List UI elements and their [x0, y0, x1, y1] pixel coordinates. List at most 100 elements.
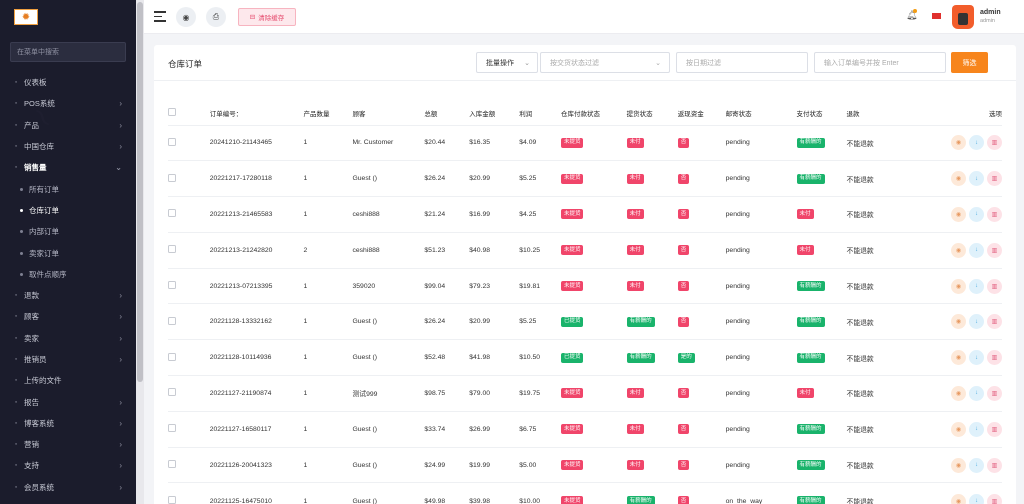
eye-icon[interactable]: ◉	[951, 171, 966, 187]
trash-icon[interactable]: ▥	[987, 314, 1002, 330]
bullet-icon	[20, 208, 23, 212]
row-checkbox[interactable]	[168, 496, 176, 504]
row-checkbox[interactable]	[168, 460, 176, 469]
row-checkbox[interactable]	[168, 424, 176, 433]
table-cell: $33.74	[424, 410, 470, 448]
eye-icon[interactable]: ◉	[951, 314, 966, 330]
user-name[interactable]: admin	[980, 9, 1001, 16]
table-cell: 1	[303, 196, 353, 233]
trash-icon[interactable]: ▥	[987, 350, 1002, 366]
table-row: 20221213-21242820 2 ceshi888 $51.23 $40.98 $1…	[168, 231, 1002, 269]
cashback-status-badge: 否	[677, 209, 690, 220]
sidebar-item[interactable]: ◦ 会员系统 ›	[0, 477, 136, 498]
sidebar-subitem[interactable]: 取件点顺序	[0, 264, 136, 285]
row-checkbox[interactable]	[168, 352, 176, 361]
trash-icon[interactable]: ▥	[987, 493, 1002, 504]
sidebar-item[interactable]: ◦ 推销员 ›	[0, 349, 136, 370]
sidebar-subitem[interactable]: 所有订单	[0, 178, 136, 199]
avatar[interactable]	[952, 5, 974, 29]
sidebar-item[interactable]: ◦ 仪表板	[0, 72, 136, 93]
menu-toggle-icon[interactable]	[154, 11, 166, 25]
trash-icon[interactable]: ▥	[987, 457, 1002, 473]
download-icon[interactable]: ↓	[969, 171, 984, 187]
sidebar-search-input[interactable]: 在菜单中搜索	[10, 42, 126, 62]
download-icon[interactable]: ↓	[969, 242, 984, 258]
row-checkbox[interactable]	[168, 209, 176, 218]
select-all-checkbox[interactable]	[168, 107, 176, 116]
sidebar-item[interactable]: ◦ 上传的文件	[0, 370, 136, 391]
sidebar-item[interactable]: ◦ 产品 ›	[0, 115, 136, 136]
sidebar-scrollbar[interactable]	[136, 0, 144, 504]
sidebar-item[interactable]: ◦ 博客系统 ›	[0, 413, 136, 434]
clear-cache-button[interactable]: ⊟ 清除缓存	[238, 8, 296, 26]
globe-icon[interactable]: ◉	[176, 7, 196, 27]
eye-icon[interactable]: ◉	[951, 421, 966, 437]
sidebar-item[interactable]: ◦ 顾客 ›	[0, 306, 136, 327]
trash-icon[interactable]: ▥	[987, 206, 1002, 222]
download-icon[interactable]: ↓	[969, 421, 984, 437]
sidebar-item[interactable]: ◦ 卖家 ›	[0, 328, 136, 349]
download-icon[interactable]: ↓	[969, 314, 984, 330]
trash-icon[interactable]: ▥	[987, 242, 1002, 258]
download-icon[interactable]: ↓	[969, 350, 984, 366]
trash-icon[interactable]: ▥	[987, 171, 1002, 187]
row-checkbox[interactable]	[168, 173, 176, 182]
sidebar-subitem[interactable]: 卖家订单	[0, 242, 136, 263]
sidebar-item[interactable]: ◦ 中国仓库 ›	[0, 136, 136, 157]
eye-icon[interactable]: ◉	[951, 385, 966, 401]
row-actions-cell: ◉ ↓ ▥	[948, 231, 1002, 269]
table-cell: Guest ()	[352, 482, 425, 504]
row-checkbox[interactable]	[168, 137, 176, 146]
eye-icon[interactable]: ◉	[951, 135, 966, 151]
row-checkbox[interactable]	[168, 281, 176, 290]
language-flag-icon[interactable]	[932, 13, 941, 19]
trash-icon[interactable]: ▥	[987, 278, 1002, 294]
batch-actions-dropdown[interactable]: 批量操作 ⌄	[476, 52, 538, 73]
sidebar-item[interactable]: ◦ 营销 ›	[0, 434, 136, 455]
table-cell: 未提货	[560, 196, 627, 233]
sidebar-subitem[interactable]: 仓库订单	[0, 200, 136, 221]
row-actions-cell: ◉ ↓ ▥	[948, 482, 1002, 504]
pickup-status-badge: 未提货	[560, 424, 584, 435]
scrollbar-thumb[interactable]	[137, 2, 143, 382]
eye-icon[interactable]: ◉	[951, 206, 966, 222]
row-checkbox[interactable]	[168, 316, 176, 325]
logo[interactable]: ✹	[0, 0, 136, 34]
delivery-status-badge: 未付	[626, 388, 644, 399]
sidebar-item[interactable]: ◦ 销售量 ⌄	[0, 157, 136, 178]
sidebar-subitem[interactable]: 内部订单	[0, 221, 136, 242]
sidebar-item[interactable]: ◦ 退款 ›	[0, 285, 136, 306]
trash-icon[interactable]: ▥	[987, 135, 1002, 151]
download-icon[interactable]: ↓	[969, 278, 984, 294]
sidebar-item-label: 销售量	[24, 163, 47, 173]
download-icon[interactable]: ↓	[969, 385, 984, 401]
eye-icon[interactable]: ◉	[951, 350, 966, 366]
trash-icon[interactable]: ▥	[987, 385, 1002, 401]
filter-button[interactable]: 筛选	[951, 52, 988, 73]
sidebar-item[interactable]: ◦ 报告 ›	[0, 391, 136, 412]
download-icon[interactable]: ↓	[969, 457, 984, 473]
sidebar-item[interactable]: ◦ 支持 ›	[0, 455, 136, 476]
date-filter-input[interactable]: 按日期过滤	[676, 52, 808, 73]
pos-icon[interactable]: ⎙	[206, 7, 226, 27]
trash-icon[interactable]: ▥	[987, 421, 1002, 437]
row-checkbox[interactable]	[168, 245, 176, 254]
eye-icon[interactable]: ◉	[951, 242, 966, 258]
download-icon[interactable]: ↓	[969, 493, 984, 504]
table-cell: 未提货	[560, 267, 627, 304]
row-checkbox[interactable]	[168, 388, 176, 397]
eye-icon[interactable]: ◉	[951, 493, 966, 504]
table-cell: 20221125-16475010	[209, 482, 304, 504]
eye-icon[interactable]: ◉	[951, 278, 966, 294]
order-search-input[interactable]: 输入订单编号并按 Enter	[814, 52, 946, 73]
sidebar-item[interactable]: ◦ POS系统 ›	[0, 93, 136, 114]
download-icon[interactable]: ↓	[969, 135, 984, 151]
table-cell: 20221213-21242820	[209, 231, 304, 269]
download-icon[interactable]: ↓	[969, 206, 984, 222]
eye-icon[interactable]: ◉	[951, 457, 966, 473]
pickup-status-badge: 未提货	[560, 245, 584, 256]
orders-card: 仓库订单 批量操作 ⌄ 按交货状态过滤 ⌄ 按日期过滤 输入订单编号并按 Ent…	[154, 45, 1016, 504]
delivery-status-select[interactable]: 按交货状态过滤 ⌄	[540, 52, 670, 73]
chevron-icon: ›	[119, 440, 122, 450]
table-cell: 有薪酬的	[626, 339, 678, 376]
